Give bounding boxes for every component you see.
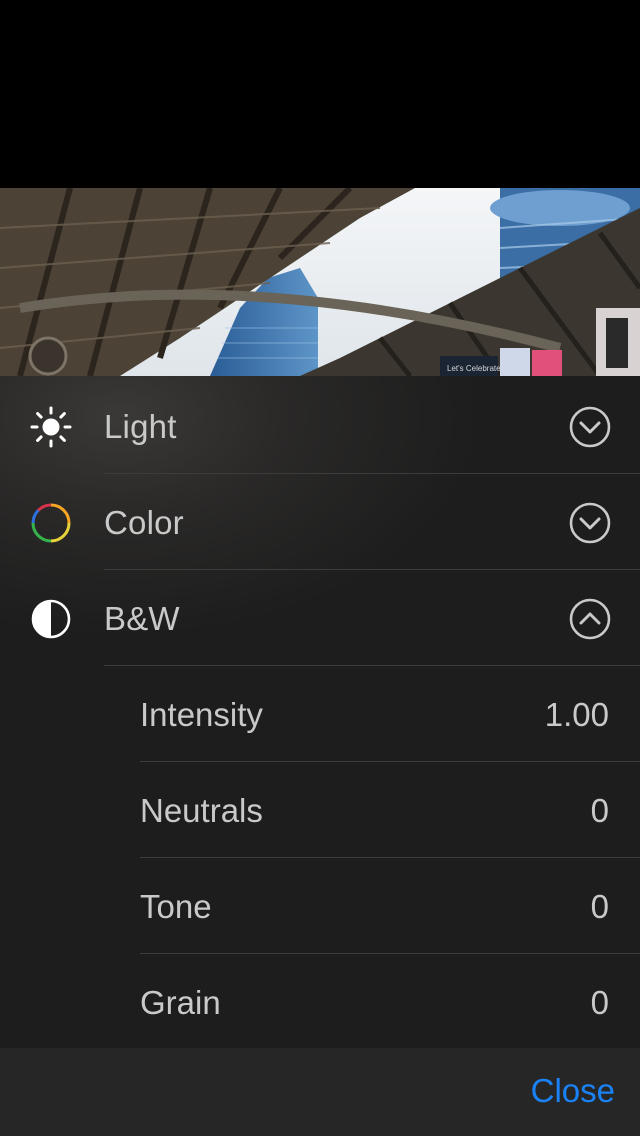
light-row[interactable]: Light: [0, 378, 640, 474]
chevron-up-icon[interactable]: [569, 598, 611, 640]
neutrals-row[interactable]: Neutrals 0: [0, 762, 640, 858]
sun-icon: [30, 406, 72, 448]
chevron-down-icon[interactable]: [569, 502, 611, 544]
neutrals-label: Neutrals: [140, 792, 263, 829]
color-label: Color: [104, 504, 184, 541]
grain-label: Grain: [140, 984, 221, 1021]
light-label: Light: [104, 408, 177, 445]
neutrals-value: 0: [590, 792, 609, 829]
photo-preview: Let's Celebrate!: [0, 188, 640, 376]
half-circle-icon: [31, 599, 71, 639]
tone-value: 0: [590, 888, 609, 925]
close-button[interactable]: Close: [531, 1048, 615, 1136]
intensity-row[interactable]: Intensity 1.00: [0, 666, 640, 762]
color-row[interactable]: Color: [0, 474, 640, 570]
bw-label: B&W: [104, 600, 180, 637]
photo-edit-screen: Let's Celebrate! Light Color B&W Intensi…: [0, 0, 640, 1136]
grain-value: 0: [590, 984, 609, 1021]
intensity-label: Intensity: [140, 696, 263, 733]
photo-image: Let's Celebrate!: [0, 188, 640, 376]
intensity-value: 1.00: [544, 696, 609, 733]
tone-label: Tone: [140, 888, 212, 925]
grain-row[interactable]: Grain 0: [0, 954, 640, 1050]
tone-row[interactable]: Tone 0: [0, 858, 640, 954]
color-wheel-icon: [31, 503, 71, 543]
sign-text: Let's Celebrate!: [447, 364, 503, 373]
bottom-toolbar: Close: [0, 1048, 640, 1136]
adjustments-panel: Light Color B&W Intensity 1.00 Neutrals …: [0, 376, 640, 1048]
bw-row[interactable]: B&W: [0, 570, 640, 666]
chevron-down-icon[interactable]: [569, 406, 611, 448]
